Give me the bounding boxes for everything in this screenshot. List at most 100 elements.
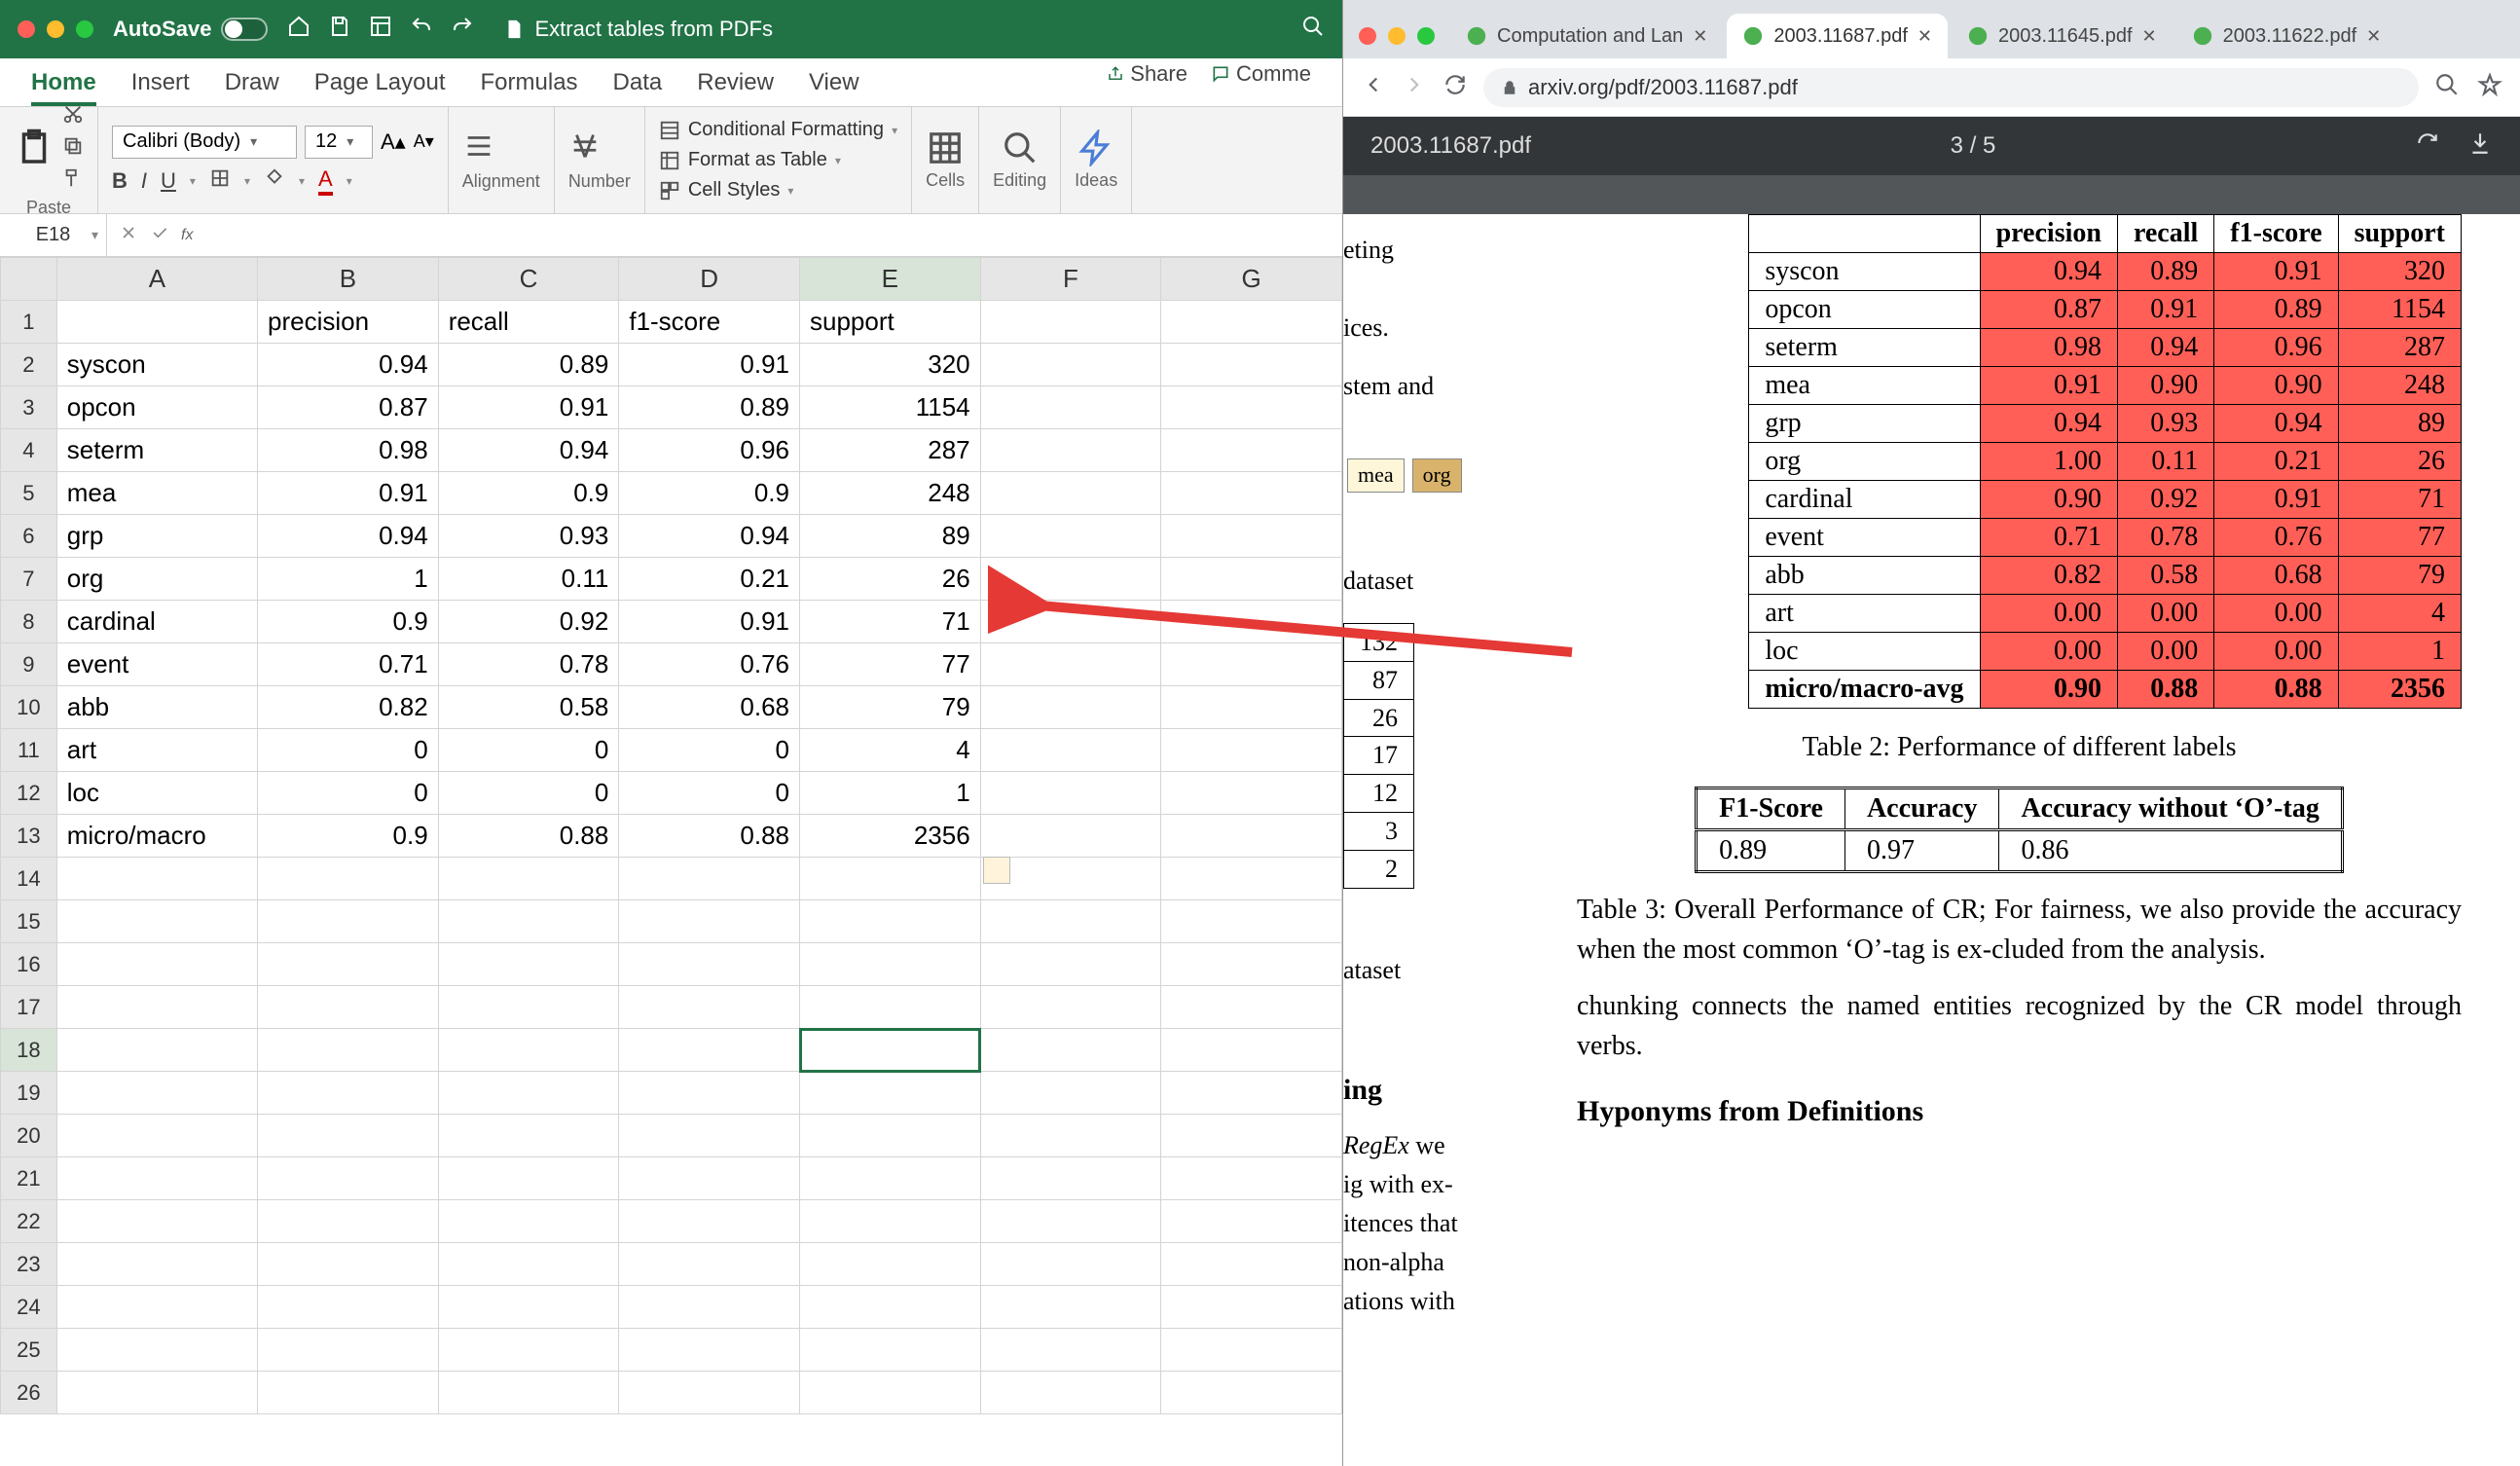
formula-input[interactable] (204, 214, 1342, 256)
cell-B26[interactable] (258, 1372, 439, 1414)
cell-G3[interactable] (1161, 386, 1342, 429)
cell-D22[interactable] (619, 1200, 800, 1243)
cell-F5[interactable] (980, 472, 1161, 515)
tab-view[interactable]: View (809, 69, 859, 106)
cell-D13[interactable]: 0.88 (619, 815, 800, 858)
copy-icon[interactable] (62, 135, 84, 162)
cell-B7[interactable]: 1 (258, 558, 439, 601)
cell-B16[interactable] (258, 943, 439, 986)
column-header-A[interactable]: A (56, 258, 257, 301)
cell-E11[interactable]: 4 (800, 729, 981, 772)
cell-E24[interactable] (800, 1286, 981, 1329)
cell-G18[interactable] (1161, 1029, 1342, 1072)
close-window-button[interactable] (18, 20, 35, 38)
browser-tab-1[interactable]: 2003.11687.pdf✕ (1727, 14, 1948, 58)
row-header-25[interactable]: 25 (1, 1329, 57, 1372)
row-header-7[interactable]: 7 (1, 558, 57, 601)
cell-E12[interactable]: 1 (800, 772, 981, 815)
cell-B3[interactable]: 0.87 (258, 386, 439, 429)
cell-A8[interactable]: cardinal (56, 601, 257, 643)
cell-C16[interactable] (438, 943, 619, 986)
cell-D17[interactable] (619, 986, 800, 1029)
cell-B4[interactable]: 0.98 (258, 429, 439, 472)
cell-F26[interactable] (980, 1372, 1161, 1414)
decrease-font-icon[interactable]: A▾ (414, 131, 434, 152)
cell-A11[interactable]: art (56, 729, 257, 772)
fill-color-icon[interactable] (264, 167, 285, 195)
cut-icon[interactable] (62, 103, 84, 129)
autosave-toggle[interactable]: AutoSave (113, 17, 268, 42)
cell-E6[interactable]: 89 (800, 515, 981, 558)
cell-A13[interactable]: micro/macro (56, 815, 257, 858)
back-icon[interactable] (1361, 72, 1386, 102)
cell-D11[interactable]: 0 (619, 729, 800, 772)
cell-D4[interactable]: 0.96 (619, 429, 800, 472)
conditional-formatting-button[interactable]: Conditional Formatting ▾ (659, 119, 897, 141)
cell-G21[interactable] (1161, 1157, 1342, 1200)
cell-A25[interactable] (56, 1329, 257, 1372)
cell-G17[interactable] (1161, 986, 1342, 1029)
cell-E2[interactable]: 320 (800, 344, 981, 386)
cell-E26[interactable] (800, 1372, 981, 1414)
tab-insert[interactable]: Insert (131, 69, 190, 106)
row-header-6[interactable]: 6 (1, 515, 57, 558)
cell-F21[interactable] (980, 1157, 1161, 1200)
cell-A22[interactable] (56, 1200, 257, 1243)
cell-B10[interactable]: 0.82 (258, 686, 439, 729)
cell-D2[interactable]: 0.91 (619, 344, 800, 386)
cell-B1[interactable]: precision (258, 301, 439, 344)
cell-B21[interactable] (258, 1157, 439, 1200)
cell-B13[interactable]: 0.9 (258, 815, 439, 858)
cell-B12[interactable]: 0 (258, 772, 439, 815)
cell-F16[interactable] (980, 943, 1161, 986)
column-header-E[interactable]: E (800, 258, 981, 301)
cell-D15[interactable] (619, 900, 800, 943)
cell-C8[interactable]: 0.92 (438, 601, 619, 643)
font-name-select[interactable]: Calibri (Body)▾ (112, 126, 297, 159)
cell-D8[interactable]: 0.91 (619, 601, 800, 643)
cell-B11[interactable]: 0 (258, 729, 439, 772)
browser-minimize-button[interactable] (1388, 27, 1406, 45)
cell-F24[interactable] (980, 1286, 1161, 1329)
cell-G11[interactable] (1161, 729, 1342, 772)
cell-G20[interactable] (1161, 1115, 1342, 1157)
row-header-10[interactable]: 10 (1, 686, 57, 729)
cell-F10[interactable] (980, 686, 1161, 729)
cell-F4[interactable] (980, 429, 1161, 472)
cell-A5[interactable]: mea (56, 472, 257, 515)
cell-C4[interactable]: 0.94 (438, 429, 619, 472)
rotate-icon[interactable] (2415, 130, 2440, 163)
cell-G12[interactable] (1161, 772, 1342, 815)
forward-icon[interactable] (1402, 72, 1427, 102)
minimize-window-button[interactable] (47, 20, 64, 38)
cell-F2[interactable] (980, 344, 1161, 386)
cell-E5[interactable]: 248 (800, 472, 981, 515)
cell-E22[interactable] (800, 1200, 981, 1243)
cell-E9[interactable]: 77 (800, 643, 981, 686)
comments-button[interactable]: Comme (1211, 61, 1311, 96)
cell-F11[interactable] (980, 729, 1161, 772)
cell-A14[interactable] (56, 858, 257, 900)
cell-E13[interactable]: 2356 (800, 815, 981, 858)
spreadsheet-grid[interactable]: ABCDEFG 1precisionrecallf1-scoresupport2… (0, 257, 1342, 1466)
cell-F18[interactable] (980, 1029, 1161, 1072)
tab-review[interactable]: Review (697, 69, 774, 106)
tab-close-icon[interactable]: ✕ (1693, 26, 1707, 47)
cell-F9[interactable] (980, 643, 1161, 686)
cell-G13[interactable] (1161, 815, 1342, 858)
browser-tab-2[interactable]: 2003.11645.pdf✕ (1952, 14, 2173, 58)
cell-B20[interactable] (258, 1115, 439, 1157)
cell-A21[interactable] (56, 1157, 257, 1200)
cell-C11[interactable]: 0 (438, 729, 619, 772)
cell-B19[interactable] (258, 1072, 439, 1115)
row-header-22[interactable]: 22 (1, 1200, 57, 1243)
cell-C6[interactable]: 0.93 (438, 515, 619, 558)
cell-styles-button[interactable]: Cell Styles ▾ (659, 179, 897, 202)
cell-D25[interactable] (619, 1329, 800, 1372)
cell-G15[interactable] (1161, 900, 1342, 943)
cell-B9[interactable]: 0.71 (258, 643, 439, 686)
pdf-viewer[interactable]: eting ices. stem and meaorg dataset 1328… (1343, 175, 2520, 1466)
row-header-21[interactable]: 21 (1, 1157, 57, 1200)
cell-E23[interactable] (800, 1243, 981, 1286)
cell-G26[interactable] (1161, 1372, 1342, 1414)
